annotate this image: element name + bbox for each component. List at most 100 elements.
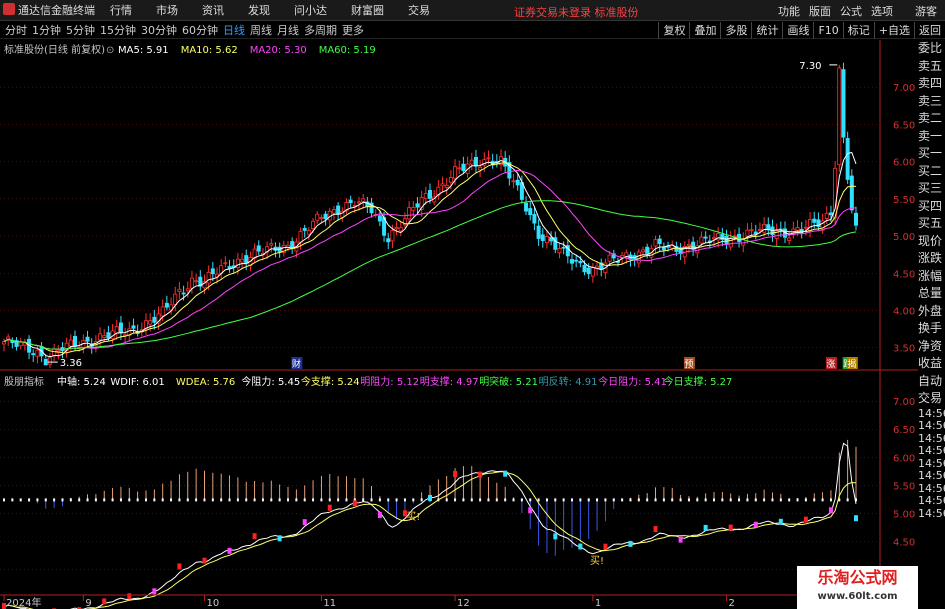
center-axis-dot	[203, 498, 206, 502]
add-watchlist-button[interactable]: +自选	[873, 22, 914, 39]
signal-block	[603, 543, 608, 550]
menu-item-trade[interactable]: 交易	[408, 2, 430, 18]
sidebar-item[interactable]: 现价	[918, 233, 945, 251]
sidebar-item[interactable]: 卖二	[918, 110, 945, 128]
sidebar-item[interactable]: 卖四	[918, 75, 945, 93]
kline-chart[interactable]: 7.00 6.50 6.00 5.50 5.00 4.50 4.00 3.50 标准股份(日线 …	[0, 40, 918, 609]
sidebar-item[interactable]: 涨跌	[918, 250, 945, 268]
sidebar-item[interactable]: 自动	[918, 373, 945, 391]
multi-stock-button[interactable]: 多股	[720, 22, 751, 39]
sidebar-item[interactable]: 买三	[918, 180, 945, 198]
period-30min[interactable]: 30分钟	[141, 22, 177, 38]
candle-body	[6, 336, 11, 340]
candle-body	[240, 258, 245, 263]
sidebar-item[interactable]: 卖一	[918, 128, 945, 146]
sidebar-item[interactable]: 买一	[918, 145, 945, 163]
overlay-button[interactable]: 叠加	[689, 22, 720, 39]
period-intraday[interactable]: 分时	[5, 22, 27, 38]
center-axis-dot	[754, 498, 757, 502]
candle-body	[356, 201, 361, 204]
sidebar-item[interactable]: 买四	[918, 198, 945, 216]
indicator-value: 今日阻力: 5.41	[598, 375, 667, 388]
restore-rights-button[interactable]: 复权	[658, 22, 689, 39]
sidebar-item[interactable]: 买二	[918, 163, 945, 181]
sidebar-item[interactable]: 买五	[918, 215, 945, 233]
period-monthly[interactable]: 月线	[277, 22, 299, 38]
sidebar-item[interactable]: 14:56	[918, 508, 945, 521]
center-axis-dot	[763, 498, 766, 502]
candle-body	[486, 157, 491, 160]
sidebar-item[interactable]: 14:56	[918, 420, 945, 433]
f10-button[interactable]: F10	[813, 22, 842, 39]
price-axis-tick: 6.50	[893, 120, 915, 131]
ma-legend-label: MA5: 5.91	[118, 45, 169, 56]
signal-block	[127, 593, 132, 600]
sidebar-item[interactable]: 14:56	[918, 483, 945, 496]
app-title-text: 通达信金融终端	[18, 4, 95, 17]
sidebar-item[interactable]: 14:56	[918, 433, 945, 446]
candle-body	[269, 243, 274, 246]
candle-body	[315, 213, 320, 221]
sidebar-item[interactable]: 14:56	[918, 470, 945, 483]
menu-item-quotes[interactable]: 行情	[110, 2, 132, 18]
period-daily[interactable]: 日线	[223, 22, 245, 38]
center-axis-dot	[86, 498, 89, 502]
menu-item-ask[interactable]: 问小达	[294, 2, 327, 18]
menu-item-market[interactable]: 市场	[156, 2, 178, 18]
candle-body	[194, 280, 199, 283]
candle-body	[298, 230, 303, 243]
sidebar-item[interactable]: 外盘	[918, 303, 945, 321]
center-axis-dot	[412, 498, 415, 502]
sidebar-item[interactable]: 总量	[918, 285, 945, 303]
period-60min[interactable]: 60分钟	[182, 22, 218, 38]
menu-item-news[interactable]: 资讯	[202, 2, 224, 18]
menu-layout[interactable]: 版面	[809, 3, 831, 19]
menu-item-wealth[interactable]: 财富圈	[351, 2, 384, 18]
sidebar-item[interactable]: 委比	[918, 40, 945, 58]
sidebar-item[interactable]: 涨幅	[918, 268, 945, 286]
period-weekly[interactable]: 周线	[250, 22, 272, 38]
center-axis-dot	[829, 498, 832, 502]
sidebar-item[interactable]: 14:56	[918, 458, 945, 471]
sidebar-item[interactable]: 换手	[918, 320, 945, 338]
quote-sidebar: 委比 卖五 卖四 卖三 卖二 卖一 买一 买二 买三 买四 买五 现价 涨跌 涨幅 总量 外盘 换手 净资 收益 自动…	[918, 40, 945, 609]
center-axis-dot	[128, 498, 131, 502]
candle-body	[98, 333, 103, 341]
menu-guest[interactable]: 游客	[915, 3, 937, 19]
center-axis-dot	[3, 498, 5, 502]
period-more[interactable]: 更多	[342, 22, 364, 38]
draw-line-button[interactable]: 画线	[782, 22, 813, 39]
stats-button[interactable]: 统计	[751, 22, 782, 39]
period-5min[interactable]: 5分钟	[66, 22, 95, 38]
center-axis-dot	[295, 498, 298, 502]
menu-options[interactable]: 选项	[871, 3, 893, 19]
center-axis-dot	[61, 498, 64, 502]
center-axis-dot	[729, 498, 732, 502]
candle-body	[348, 199, 353, 204]
app-logo-icon	[3, 3, 15, 15]
sidebar-item[interactable]: 卖三	[918, 93, 945, 111]
center-axis-dot	[136, 498, 139, 502]
sidebar-item[interactable]: 14:56	[918, 495, 945, 508]
sidebar-item[interactable]: 净资	[918, 338, 945, 356]
mark-button[interactable]: 标记	[842, 22, 874, 39]
menu-function[interactable]: 功能	[778, 3, 800, 19]
period-1min[interactable]: 1分钟	[32, 22, 61, 38]
candle-body	[210, 268, 215, 275]
candle-body	[189, 277, 194, 289]
menu-formula[interactable]: 公式	[840, 3, 862, 19]
center-axis-dot	[571, 498, 573, 502]
back-button[interactable]: 返回	[914, 22, 945, 39]
login-status[interactable]: 证券交易未登录 标准股份	[514, 4, 639, 20]
sidebar-item[interactable]: 14:56	[918, 445, 945, 458]
sidebar-item[interactable]: 交易	[918, 390, 945, 408]
menu-item-discover[interactable]: 发现	[248, 2, 270, 18]
period-15min[interactable]: 15分钟	[100, 22, 136, 38]
sidebar-item[interactable]: 卖五	[918, 58, 945, 76]
sidebar-item[interactable]: 14:56	[918, 408, 945, 421]
x-axis-label: 2	[729, 598, 735, 609]
period-multi[interactable]: 多周期	[304, 22, 337, 38]
center-axis-dot	[44, 498, 47, 502]
sidebar-item[interactable]: 收益	[918, 355, 945, 373]
price-axis-tick: 6.00	[893, 158, 915, 169]
